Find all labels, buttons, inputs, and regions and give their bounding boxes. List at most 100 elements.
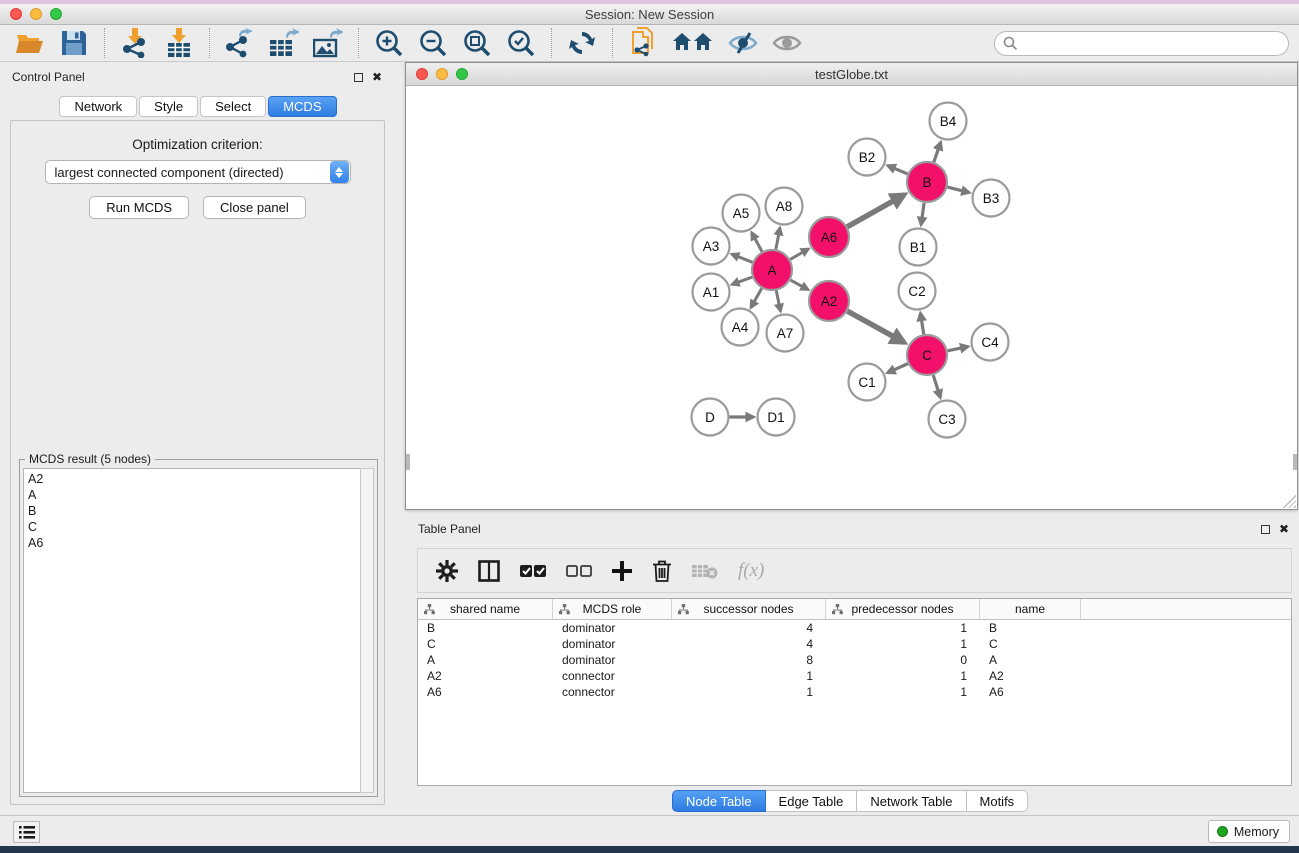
table-row[interactable]: Cdominator41C [418,636,1291,652]
result-list-item[interactable]: C [28,519,360,535]
edge-C-C4[interactable] [948,347,969,351]
run-mcds-button[interactable]: Run MCDS [89,196,189,219]
edge-A-A4[interactable] [751,288,762,307]
task-history-button[interactable] [13,821,40,843]
edge-C-C1[interactable] [887,364,907,373]
node-C1[interactable]: C1 [849,364,886,401]
node-A3[interactable]: A3 [693,228,730,265]
column-header-shared-name[interactable]: shared name [418,599,553,619]
close-panel-button[interactable]: Close panel [203,196,306,219]
search-input[interactable] [994,31,1289,56]
tab-edge-table[interactable]: Edge Table [766,790,858,812]
node-C3[interactable]: C3 [929,401,966,438]
column-header-successor-nodes[interactable]: successor nodes [672,599,826,619]
result-list-item[interactable]: B [28,503,360,519]
edge-A2-C[interactable] [847,311,904,342]
float-panel-icon[interactable] [354,73,363,82]
zoom-fit-icon[interactable] [461,28,493,58]
node-A1[interactable]: A1 [693,274,730,311]
result-list-item[interactable]: A6 [28,535,360,551]
table-row[interactable]: Bdominator41B [418,620,1291,636]
show-eye-icon[interactable] [771,28,803,58]
node-B3[interactable]: B3 [973,180,1010,217]
float-table-panel-icon[interactable] [1261,525,1270,534]
tab-select[interactable]: Select [200,96,266,117]
tab-motifs[interactable]: Motifs [967,790,1029,812]
column-header-predecessor-nodes[interactable]: predecessor nodes [826,599,980,619]
split-columns-icon[interactable] [478,560,500,582]
node-D1[interactable]: D1 [758,399,795,436]
node-A7[interactable]: A7 [767,315,804,352]
node-A[interactable]: A [752,250,792,290]
tab-mcds[interactable]: MCDS [268,96,336,117]
edge-A-A5[interactable] [752,233,762,252]
edge-B-B2[interactable] [888,166,908,174]
column-header-name[interactable]: name [980,599,1081,619]
node-C4[interactable]: C4 [972,324,1009,361]
function-builder-icon[interactable]: f(x) [738,560,764,582]
edge-A-A3[interactable] [732,254,753,262]
edge-A-A7[interactable] [776,291,780,312]
zoom-selected-icon[interactable] [505,28,537,58]
node-A5[interactable]: A5 [723,195,760,232]
node-B2[interactable]: B2 [849,139,886,176]
result-list-item[interactable]: A [28,487,360,503]
new-session-icon[interactable] [627,28,659,58]
edge-B-B4[interactable] [934,142,941,162]
edge-A-A8[interactable] [776,228,780,250]
edge-A-A1[interactable] [732,277,752,284]
zoom-in-icon[interactable] [373,28,405,58]
tab-style[interactable]: Style [139,96,198,117]
memory-button[interactable]: Memory [1208,820,1290,843]
network-graph[interactable]: AA1A2A3A4A5A6A7A8BB1B2B3B4CC1C2C3C4DD1 [406,86,1297,509]
select-all-icon[interactable] [520,564,546,578]
optimization-criterion-dropdown[interactable]: largest connected component (directed) [45,160,351,184]
edge-C-C3[interactable] [933,375,940,398]
export-network-icon[interactable] [224,28,256,58]
node-A6[interactable]: A6 [809,217,849,257]
result-list-item[interactable]: A2 [28,471,360,487]
node-D[interactable]: D [692,399,729,436]
import-network-icon[interactable] [119,28,151,58]
edge-B-B1[interactable] [921,203,924,225]
edge-A-A6[interactable] [790,249,808,260]
tab-network-table[interactable]: Network Table [857,790,966,812]
node-C[interactable]: C [907,335,947,375]
node-table[interactable]: shared nameMCDS rolesuccessor nodesprede… [417,598,1292,786]
node-C2[interactable]: C2 [899,273,936,310]
node-B[interactable]: B [907,162,947,202]
close-table-panel-icon[interactable]: ✖ [1279,523,1289,535]
edge-B-B3[interactable] [947,187,969,192]
export-table-icon[interactable] [268,28,300,58]
table-row[interactable]: A2connector11A2 [418,668,1291,684]
add-column-icon[interactable] [612,561,632,581]
tab-node-table[interactable]: Node Table [672,790,766,812]
open-folder-icon[interactable] [14,28,46,58]
home-network-icon[interactable] [671,28,715,58]
edge-A-A2[interactable] [790,280,808,290]
tab-network[interactable]: Network [59,96,137,117]
gear-icon[interactable] [436,560,458,582]
node-A8[interactable]: A8 [766,188,803,225]
hide-panel-eye-icon[interactable] [727,28,759,58]
close-panel-icon[interactable]: ✖ [372,71,382,83]
import-table-icon[interactable] [163,28,195,58]
delete-icon[interactable] [652,560,672,582]
export-image-icon[interactable] [312,28,344,58]
result-list-scrollbar[interactable] [360,468,374,793]
node-A4[interactable]: A4 [722,309,759,346]
zoom-out-icon[interactable] [417,28,449,58]
table-row[interactable]: A6connector11A6 [418,684,1291,700]
edge-A6-B[interactable] [847,195,904,227]
window-resize-grip[interactable] [1283,495,1296,508]
edge-C-C2[interactable] [920,313,923,334]
node-B4[interactable]: B4 [930,103,967,140]
table-row[interactable]: Adominator80A [418,652,1291,668]
deselect-all-icon[interactable] [566,564,592,578]
column-header-MCDS-role[interactable]: MCDS role [553,599,672,619]
mcds-result-list[interactable]: A2ABCA6 [23,468,360,793]
save-icon[interactable] [58,28,90,58]
refresh-icon[interactable] [566,28,598,58]
network-canvas[interactable]: AA1A2A3A4A5A6A7A8BB1B2B3B4CC1C2C3C4DD1 [406,86,1297,509]
node-A2[interactable]: A2 [809,281,849,321]
